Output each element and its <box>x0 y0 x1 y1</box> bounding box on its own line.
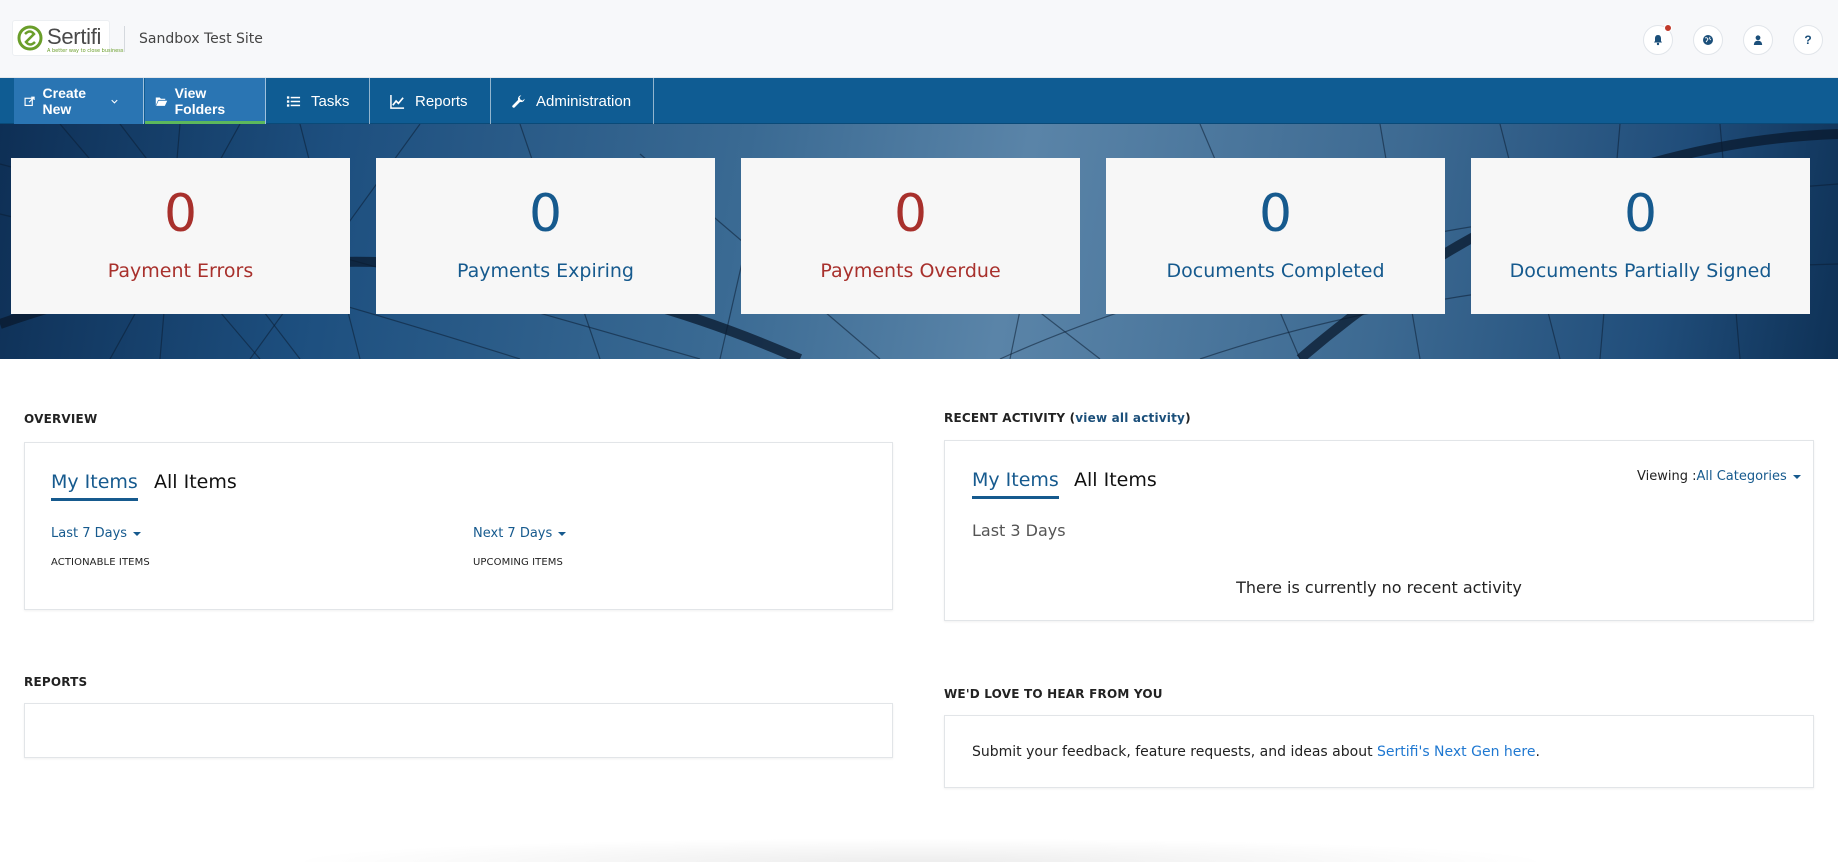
stat-label: Payments Expiring <box>457 260 634 282</box>
stat-card-documents-partially-signed[interactable]: 0 Documents Partially Signed <box>1471 158 1810 314</box>
feedback-text-body: Submit your feedback, feature requests, … <box>972 744 1378 760</box>
overview-tab-all-items[interactable]: All Items <box>154 471 237 498</box>
reports-title: REPORTS <box>24 675 88 689</box>
logo-text: Sertifi <box>47 24 102 49</box>
line-chart-icon <box>390 94 405 109</box>
feedback-panel: Submit your feedback, feature requests, … <box>944 715 1814 788</box>
overview-title: OVERVIEW <box>24 412 98 426</box>
recent-activity-panel: My Items All Items Viewing :All Categori… <box>944 440 1814 621</box>
overview-tab-my-items[interactable]: My Items <box>51 471 138 501</box>
wrench-icon <box>512 94 525 108</box>
all-categories-dropdown[interactable]: All Categories <box>1696 469 1786 484</box>
stat-value: 0 <box>528 184 563 244</box>
last-3-days-label: Last 3 Days <box>972 521 1066 540</box>
top-header: Sertifi A better way to close business. … <box>0 0 1838 78</box>
logo-mark-icon <box>17 25 43 51</box>
viewing-caret <box>1787 469 1801 484</box>
administration-label: Administration <box>536 92 632 110</box>
next-7-days-dropdown[interactable]: Next 7 Days <box>473 526 567 541</box>
view-folders-label: View Folders <box>174 85 226 117</box>
help-icon: ? <box>1804 33 1812 47</box>
reports-tab[interactable]: Reports <box>370 78 491 124</box>
logo-tagline: A better way to close business. <box>47 48 126 54</box>
header-divider <box>124 26 125 52</box>
create-new-icon <box>24 96 35 106</box>
site-name: Sandbox Test Site <box>139 31 263 47</box>
create-new-menu[interactable]: Create New <box>14 78 144 124</box>
feedback-title: WE'D LOVE TO HEAR FROM YOU <box>944 687 1163 701</box>
feedback-text-end: . <box>1535 744 1540 760</box>
recent-activity-title-text: RECENT ACTIVITY ( <box>944 411 1076 425</box>
actionable-items-caption: ACTIONABLE ITEMS <box>51 557 150 568</box>
user-icon <box>1753 35 1763 45</box>
create-new-label: Create New <box>42 85 87 117</box>
last-7-days-label: Last 7 Days <box>51 526 128 541</box>
main-nav: Create New View Folders Tasks Reports Ad… <box>0 78 1838 124</box>
next-7-days-label: Next 7 Days <box>473 526 553 541</box>
sertifi-logo[interactable]: Sertifi A better way to close business. <box>12 20 125 56</box>
stat-value: 0 <box>1258 184 1293 244</box>
next-gen-feedback-link[interactable]: Sertifi's Next Gen here <box>1377 744 1535 760</box>
stat-label: Documents Completed <box>1166 260 1385 282</box>
stat-card-payments-overdue[interactable]: 0 Payments Overdue <box>741 158 1080 314</box>
user-menu-button[interactable] <box>1743 25 1773 55</box>
caret-down-icon <box>558 531 567 536</box>
stat-label: Payment Errors <box>107 260 254 282</box>
viewing-filter: Viewing :All Categories <box>1637 469 1801 484</box>
caret-down-icon <box>133 531 142 536</box>
chevron-down-icon <box>111 99 118 104</box>
recent-activity-title: RECENT ACTIVITY (view all activity) <box>944 411 1191 425</box>
notification-badge <box>1664 24 1672 32</box>
language-button[interactable] <box>1693 25 1723 55</box>
stat-value: 0 <box>163 184 198 244</box>
administration-tab[interactable]: Administration <box>491 78 654 124</box>
stat-card-payment-errors[interactable]: 0 Payment Errors <box>11 158 350 314</box>
stat-label: Documents Partially Signed <box>1509 260 1772 282</box>
stat-card-payments-expiring[interactable]: 0 Payments Expiring <box>376 158 715 314</box>
viewing-label: Viewing : <box>1637 469 1697 484</box>
stat-card-documents-completed[interactable]: 0 Documents Completed <box>1106 158 1445 314</box>
bell-icon <box>1654 35 1662 46</box>
notifications-button[interactable] <box>1643 24 1673 55</box>
caret-down-icon <box>1792 474 1801 479</box>
overview-panel: My Items All Items Last 7 Days ACTIONABL… <box>24 442 893 610</box>
stat-value: 0 <box>1623 184 1658 244</box>
tasks-label: Tasks <box>311 92 350 110</box>
tasks-tab[interactable]: Tasks <box>266 78 370 124</box>
view-all-activity-link[interactable]: view all activity <box>1075 411 1185 425</box>
recent-tab-all-items[interactable]: All Items <box>1074 469 1157 496</box>
empty-activity-message: There is currently no recent activity <box>1236 578 1522 597</box>
recent-tab-my-items[interactable]: My Items <box>972 469 1059 499</box>
globe-icon <box>1703 35 1713 45</box>
recent-activity-title-end: ) <box>1185 411 1191 425</box>
list-icon <box>286 95 301 107</box>
folder-open-icon <box>155 97 168 106</box>
view-folders-tab[interactable]: View Folders <box>145 78 266 124</box>
stat-label: Payments Overdue <box>820 260 1001 282</box>
reports-panel <box>24 703 893 758</box>
page-footer-shadow <box>280 838 1560 862</box>
reports-label: Reports <box>415 92 468 110</box>
last-7-days-dropdown[interactable]: Last 7 Days <box>51 526 142 541</box>
upcoming-items-caption: UPCOMING ITEMS <box>473 557 563 568</box>
help-button[interactable]: ? <box>1793 25 1823 55</box>
stat-value: 0 <box>893 184 928 244</box>
hero-banner: 0 Payment Errors 0 Payments Expiring 0 P… <box>0 124 1838 359</box>
feedback-text: Submit your feedback, feature requests, … <box>972 744 1540 760</box>
